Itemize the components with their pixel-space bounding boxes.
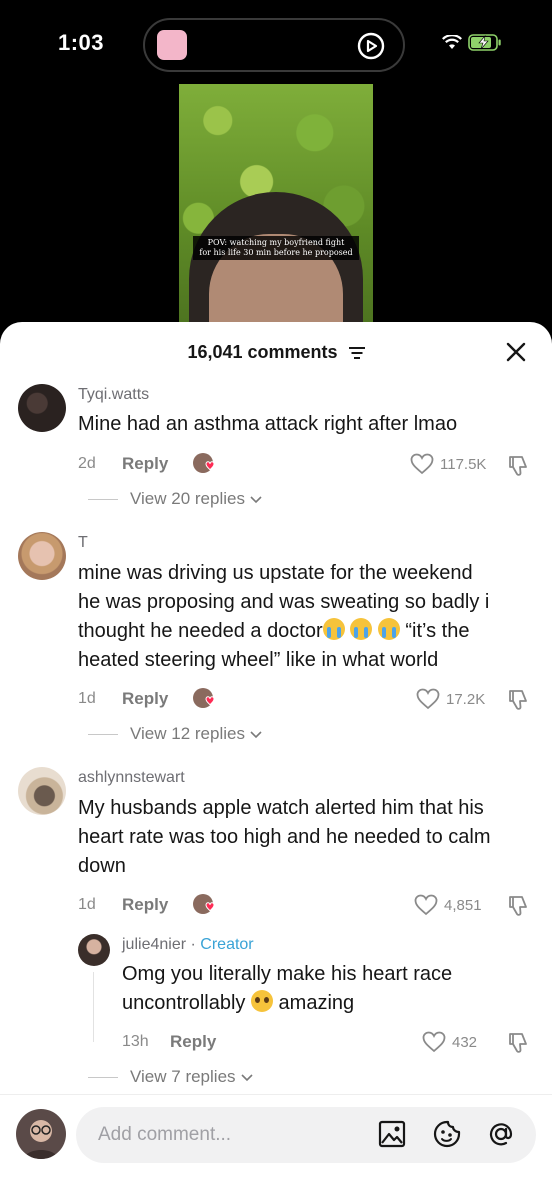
comment-text-line: down: [78, 855, 126, 877]
avatar-glasses-icon: [24, 1120, 58, 1159]
avatar[interactable]: [18, 767, 66, 815]
status-icons: [442, 34, 502, 51]
loudly-crying-emoji: [377, 618, 400, 640]
comment-text-line: heated steering wheel” like in what worl…: [78, 649, 439, 671]
comment-text: mine was driving us upstate for the week…: [78, 559, 548, 675]
reply-text-part: amazing: [278, 992, 355, 1014]
filter-icon[interactable]: [348, 346, 365, 360]
view-replies-button[interactable]: View 12 replies: [88, 724, 263, 744]
pleading-face-emoji: [250, 990, 273, 1012]
mention-icon[interactable]: [486, 1119, 516, 1149]
creator-badge: Creator: [200, 936, 254, 953]
comment-username[interactable]: T: [78, 534, 88, 552]
creator-liked-icon: [193, 453, 215, 473]
like-count: 4,851: [444, 896, 482, 914]
add-comment-input[interactable]: [76, 1107, 536, 1163]
video-caption-line2: for his life 30 min before he proposed: [199, 248, 353, 257]
reply-username-row: julie4nier · Creator: [122, 936, 254, 954]
creator-liked-icon: [193, 688, 215, 708]
heart-icon: [422, 1031, 446, 1053]
divider-line: [88, 733, 118, 735]
view-replies-button[interactable]: View 7 replies: [88, 1067, 254, 1087]
comment-text-part: “it’s the: [405, 620, 470, 642]
reply-button[interactable]: Reply: [122, 895, 168, 915]
battery-icon: [468, 34, 501, 51]
video-caption: POV: watching my boyfriend fight for his…: [193, 236, 359, 260]
like-count: 17.2K: [446, 690, 486, 708]
comment-text-line: he was proposing and was sweating so bad…: [78, 591, 490, 613]
comment-age: 1d: [78, 896, 96, 913]
like-button[interactable]: 4,851: [414, 894, 482, 916]
reply-separator: ·: [190, 936, 196, 953]
avatar[interactable]: [18, 532, 66, 580]
comment-count[interactable]: 16,041 comments: [0, 342, 552, 363]
comment-age: 2d: [78, 455, 96, 472]
reply-thread-line: [93, 972, 94, 1042]
like-count: 117.5K: [440, 455, 487, 473]
like-count: 432: [452, 1033, 478, 1051]
comment-count-label: 16,041 comments: [187, 342, 338, 362]
view-replies-label: View 12 replies: [130, 724, 245, 743]
view-replies-label: View 20 replies: [130, 489, 245, 508]
app-icon: [157, 30, 187, 60]
comment-composer: [0, 1094, 552, 1200]
comment-text: My husbands apple watch alerted him that…: [78, 794, 548, 881]
dislike-icon[interactable]: [506, 454, 530, 478]
video-caption-line1: POV: watching my boyfriend fight: [207, 238, 345, 247]
divider-line: [88, 1076, 118, 1078]
comment-age: 1d: [78, 690, 96, 707]
reply-button[interactable]: Reply: [122, 454, 168, 474]
loudly-crying-emoji: [350, 618, 373, 640]
reply-text-line: Omg you literally make his heart race: [122, 963, 453, 985]
comment-text-line: My husbands apple watch alerted him that…: [78, 797, 484, 819]
comment-text-line: mine was driving us upstate for the week…: [78, 562, 473, 584]
heart-icon: [416, 688, 440, 710]
comments-header: 16,041 comments: [0, 322, 552, 382]
emoji-icon[interactable]: [432, 1119, 462, 1149]
my-avatar[interactable]: [16, 1109, 66, 1159]
like-button[interactable]: 17.2K: [416, 688, 485, 710]
comment-text-part: thought he needed a doctor: [78, 620, 323, 642]
reply-text-line: uncontrollably amazing: [122, 989, 542, 1018]
dislike-icon[interactable]: [506, 894, 530, 918]
reply-avatar[interactable]: [78, 934, 110, 966]
like-button[interactable]: 432: [422, 1031, 477, 1053]
chevron-down-icon: [240, 1074, 253, 1082]
reply-text-part: uncontrollably: [122, 992, 246, 1014]
dislike-icon[interactable]: [506, 688, 530, 712]
comment-username[interactable]: Tyqi.watts: [78, 386, 149, 404]
dynamic-island[interactable]: [143, 18, 405, 72]
close-icon[interactable]: [506, 342, 526, 362]
comment-text: Mine had an asthma attack right after lm…: [78, 413, 458, 435]
reply-age: 13h: [122, 1033, 149, 1050]
divider-line: [88, 498, 118, 500]
dislike-icon[interactable]: [506, 1031, 530, 1055]
play-icon: [357, 32, 385, 60]
loudly-crying-emoji: [322, 618, 345, 640]
comment-text-line: heart rate was too high and he needed to…: [78, 826, 491, 848]
reply-button[interactable]: Reply: [122, 689, 168, 709]
comments-sheet: 16,041 comments Tyqi.watts Mine had an a…: [0, 322, 552, 1200]
status-time: 1:03: [58, 30, 105, 55]
avatar[interactable]: [18, 384, 66, 432]
creator-liked-icon: [193, 894, 215, 914]
reply-text: Omg you literally make his heart race un…: [122, 960, 542, 1018]
wifi-icon: [442, 35, 462, 49]
reply-username[interactable]: julie4nier: [122, 936, 186, 953]
reply-button[interactable]: Reply: [170, 1032, 216, 1052]
chevron-down-icon: [250, 496, 262, 504]
video-thumbnail[interactable]: POV: watching my boyfriend fight for his…: [179, 84, 373, 328]
chevron-down-icon: [250, 731, 262, 739]
view-replies-button[interactable]: View 20 replies: [88, 489, 263, 509]
comment-username[interactable]: ashlynnstewart: [78, 769, 185, 787]
comment-text-line: thought he needed a doctor “it’s the: [78, 617, 548, 646]
like-button[interactable]: 117.5K: [410, 453, 486, 475]
image-icon[interactable]: [377, 1119, 407, 1149]
status-bar: 1:03: [0, 0, 552, 80]
heart-icon: [414, 894, 438, 916]
view-replies-label: View 7 replies: [130, 1067, 236, 1086]
heart-icon: [410, 453, 434, 475]
